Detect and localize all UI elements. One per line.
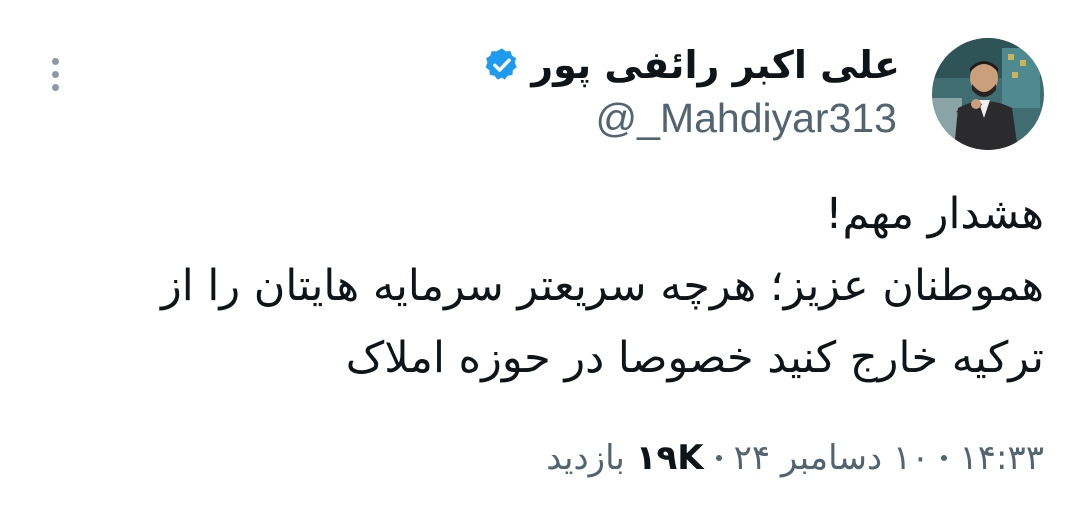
views-label: بازدید <box>546 438 625 478</box>
author-handle[interactable]: @_Mahdiyar313 <box>596 92 897 144</box>
verified-badge-icon <box>483 46 521 84</box>
tweet-text-line: ترکیه خارج کنید خصوصا در حوزه املاک <box>345 333 1044 383</box>
separator-dot <box>715 455 722 461</box>
tweet-text-line: هشدار مهم! <box>825 189 1044 239</box>
separator-dot <box>941 455 948 461</box>
author-name-row[interactable]: علی اکبر رائفی پور <box>483 38 900 92</box>
more-options-icon[interactable] <box>46 58 64 100</box>
tweet-card: علی اکبر رائفی پور @_Mahdiyar313 هشدار م… <box>0 0 1080 515</box>
tweet-time[interactable]: ۱۴:۳۳ <box>959 428 1044 488</box>
tweet-text-line: هموطنان عزیز؛ هرچه سریعتر سرمایه هایتان … <box>161 261 1044 311</box>
display-name[interactable]: علی اکبر رائفی پور <box>531 38 900 92</box>
tweet-text: هشدار مهم! هموطنان عزیز؛ هرچه سریعتر سرم… <box>44 178 1044 394</box>
tweet-meta: ۱۴:۳۳ ۱۰ دسامبر ۲۴ ۱۹K بازدید <box>546 428 1044 488</box>
views-count: ۱۹K <box>635 438 704 478</box>
tweet-date[interactable]: ۱۰ دسامبر ۲۴ <box>734 428 930 488</box>
avatar[interactable] <box>932 38 1044 150</box>
views[interactable]: ۱۹K بازدید <box>546 428 703 488</box>
